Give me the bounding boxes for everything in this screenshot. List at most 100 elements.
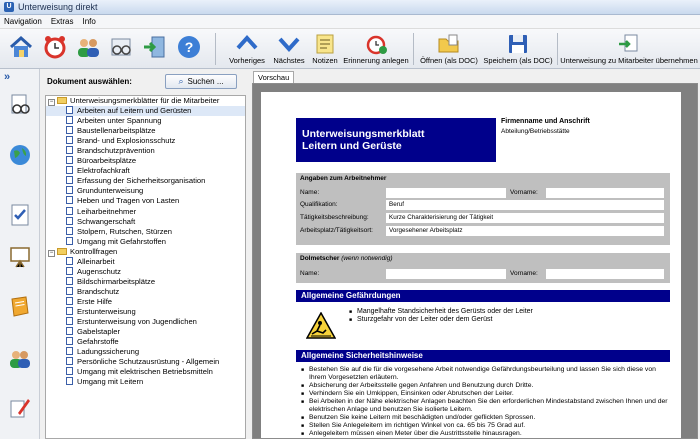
document-title-line2: Leitern und Gerüste	[302, 140, 402, 152]
tree-item[interactable]: Arbeiten unter Spannung	[46, 116, 245, 126]
tree-item[interactable]: Brand- und Explosionsschutz	[46, 136, 245, 146]
employees-icon[interactable]	[8, 347, 32, 371]
checklist-icon[interactable]	[8, 203, 32, 227]
save-doc-button[interactable]: Speichern (als DOC)	[481, 29, 555, 69]
arrow-up-icon	[235, 33, 259, 55]
safety-item: Verhindern Sie ein Umkippen, Einsinken o…	[301, 390, 669, 398]
exit-door-icon[interactable]	[142, 34, 168, 60]
collapse-chevron-icon[interactable]: »	[4, 71, 10, 83]
qualification-field[interactable]: Beruf	[386, 200, 664, 210]
instruction-glasses-icon[interactable]	[8, 93, 32, 117]
notes-button[interactable]: Notizen	[308, 29, 342, 69]
tree-item[interactable]: Umgang mit Leitern	[46, 377, 245, 387]
tree-item[interactable]: Gefahrstoffe	[46, 337, 245, 347]
search-button[interactable]: ⌕ Suchen ...	[165, 74, 237, 89]
tree-group-kontrollfragen[interactable]: − Kontrollfragen	[46, 247, 245, 257]
hazard-item: Mangelhafte Standsicherheit des Gerüsts …	[349, 308, 669, 317]
collapse-icon[interactable]: −	[48, 249, 55, 257]
alarm-clock-icon[interactable]	[42, 34, 68, 60]
tree-item[interactable]: Erstunterweisung	[46, 306, 245, 317]
app-icon: U	[4, 2, 14, 12]
document-icon	[66, 327, 73, 336]
safety-item: Bestehen Sie auf die für die vorgesehene…	[301, 366, 669, 382]
tree-item[interactable]: Umgang mit Gefahrstoffen	[46, 236, 245, 247]
tree-item[interactable]: Erste Hilfe	[46, 296, 245, 307]
tree-item[interactable]: Heben und Tragen von Lasten	[46, 196, 245, 206]
tree-item-label: Grundunterweisung	[77, 186, 144, 196]
tree-item[interactable]: Erfassung der Sicherheitsorganisation	[46, 176, 245, 186]
department-label: Abteilung/Betriebsstätte	[501, 128, 570, 135]
name-field[interactable]	[386, 188, 506, 198]
firstname-field[interactable]	[546, 188, 664, 198]
tree-item-label: Erstunterweisung	[77, 306, 136, 316]
menu-navigation[interactable]: Navigation	[4, 17, 42, 26]
tree-item[interactable]: Gabelstapler	[46, 327, 245, 337]
menu-extras[interactable]: Extras	[51, 17, 74, 26]
document-icon	[66, 377, 73, 386]
document-icon	[66, 367, 73, 376]
menu-bar: Navigation Extras Info	[0, 15, 700, 29]
tree-item-label: Elektrofachkraft	[77, 166, 130, 176]
tree-item[interactable]: Persönliche Schutzausrüstung - Allgemein	[46, 357, 245, 367]
tree-item[interactable]: Bildschirmarbeitsplätze	[46, 276, 245, 287]
menu-info[interactable]: Info	[82, 17, 95, 26]
document-tree[interactable]: − Unterweisungsmerkblätter für die Mitarb…	[45, 95, 246, 439]
collapse-icon[interactable]: −	[48, 99, 55, 106]
tree-item[interactable]: Grundunterweisung	[46, 186, 245, 196]
tree-item[interactable]: Baustellenarbeitsplätze	[46, 126, 245, 136]
tree-item[interactable]: Brandschutz	[46, 286, 245, 297]
interpreter-firstname-field[interactable]	[546, 269, 664, 279]
book-icon[interactable]	[8, 295, 32, 319]
document-viewer[interactable]: Unterweisungsmerkblatt Leitern und Gerüs…	[252, 83, 698, 439]
glasses-icon[interactable]	[108, 34, 134, 60]
assign-to-employee-button[interactable]: Unterweisung zu Mitarbeiter übernehmen	[560, 29, 698, 69]
activity-field[interactable]: Kurze Charakterisierung der Tätigkeit	[386, 213, 664, 223]
presentation-board-icon[interactable]	[8, 245, 32, 269]
interpreter-name-field[interactable]	[386, 269, 506, 279]
next-label: Nächstes	[273, 56, 305, 65]
save-doc-label: Speichern (als DOC)	[483, 56, 553, 65]
toolbar-separator	[557, 33, 558, 65]
globe-icon[interactable]	[8, 143, 32, 167]
safety-item: Absicherung der Arbeitsstelle gegen Anfa…	[301, 382, 669, 390]
workplace-field[interactable]: Vorgesehener Arbeitsplatz	[386, 226, 664, 236]
safety-item: Stellen Sie Anlegeleitern im richtigen W…	[301, 422, 669, 430]
document-icon	[66, 226, 73, 235]
tree-item[interactable]: Erstunterweisung von Jugendlichen	[46, 317, 245, 327]
tree-item-label: Büroarbeitsplätze	[77, 156, 137, 166]
tree-group-label: Kontrollfragen	[70, 246, 118, 256]
document-icon	[66, 176, 73, 185]
safety-heading: Allgemeine Sicherheitshinweise	[296, 350, 670, 362]
svg-text:?: ?	[185, 39, 194, 55]
help-icon[interactable]: ?	[176, 34, 202, 60]
tree-item[interactable]: Alleinarbeit	[46, 256, 245, 267]
tab-preview[interactable]: Vorschau	[253, 71, 295, 83]
users-icon[interactable]	[75, 34, 101, 60]
interpreter-note: (wenn notwendig)	[341, 255, 393, 262]
tree-item[interactable]: Stolpern, Rutschen, Stürzen	[46, 226, 245, 237]
previous-button[interactable]: Vorheriges	[226, 29, 268, 69]
document-tree-panel: Dokument auswählen: ⌕ Suchen ... − Unterw…	[41, 69, 248, 439]
open-folder-icon	[437, 33, 461, 55]
tree-item[interactable]: Schwangerschaft	[46, 216, 245, 227]
next-button[interactable]: Nächstes	[270, 29, 308, 69]
tree-item[interactable]: Brandschutzprävention	[46, 146, 245, 156]
signature-pen-icon[interactable]	[8, 395, 32, 419]
tree-item[interactable]: Ladungssicherung	[46, 347, 245, 357]
home-icon[interactable]	[8, 34, 34, 60]
tree-item[interactable]: Umgang mit elektrischen Betriebsmitteln	[46, 367, 245, 377]
document-title-line1: Unterweisungsmerkblatt	[302, 128, 425, 140]
create-reminder-button[interactable]: Erinnerung anlegen	[343, 29, 409, 69]
tree-item[interactable]: Arbeiten auf Leitern und Gerüsten	[46, 106, 245, 117]
tree-item[interactable]: Elektrofachkraft	[46, 166, 245, 176]
tree-group-merkblaetter[interactable]: − Unterweisungsmerkblätter für die Mitarb…	[46, 96, 245, 106]
tree-item[interactable]: Leiharbeitnehmer	[46, 206, 245, 217]
toolbar-separator	[215, 33, 216, 65]
tree-item[interactable]: Augenschutz	[46, 266, 245, 277]
toolbar-separator	[413, 33, 414, 65]
open-doc-button[interactable]: Öffnen (als DOC)	[418, 29, 480, 69]
tree-item[interactable]: Büroarbeitsplätze	[46, 156, 245, 166]
hazard-item: Sturzgefahr von der Leiter oder dem Gerü…	[349, 316, 669, 325]
tree-item-label: Schwangerschaft	[77, 216, 136, 226]
interpreter-section: Dolmetscher (wenn notwendig) Name: Vorna…	[296, 253, 670, 283]
